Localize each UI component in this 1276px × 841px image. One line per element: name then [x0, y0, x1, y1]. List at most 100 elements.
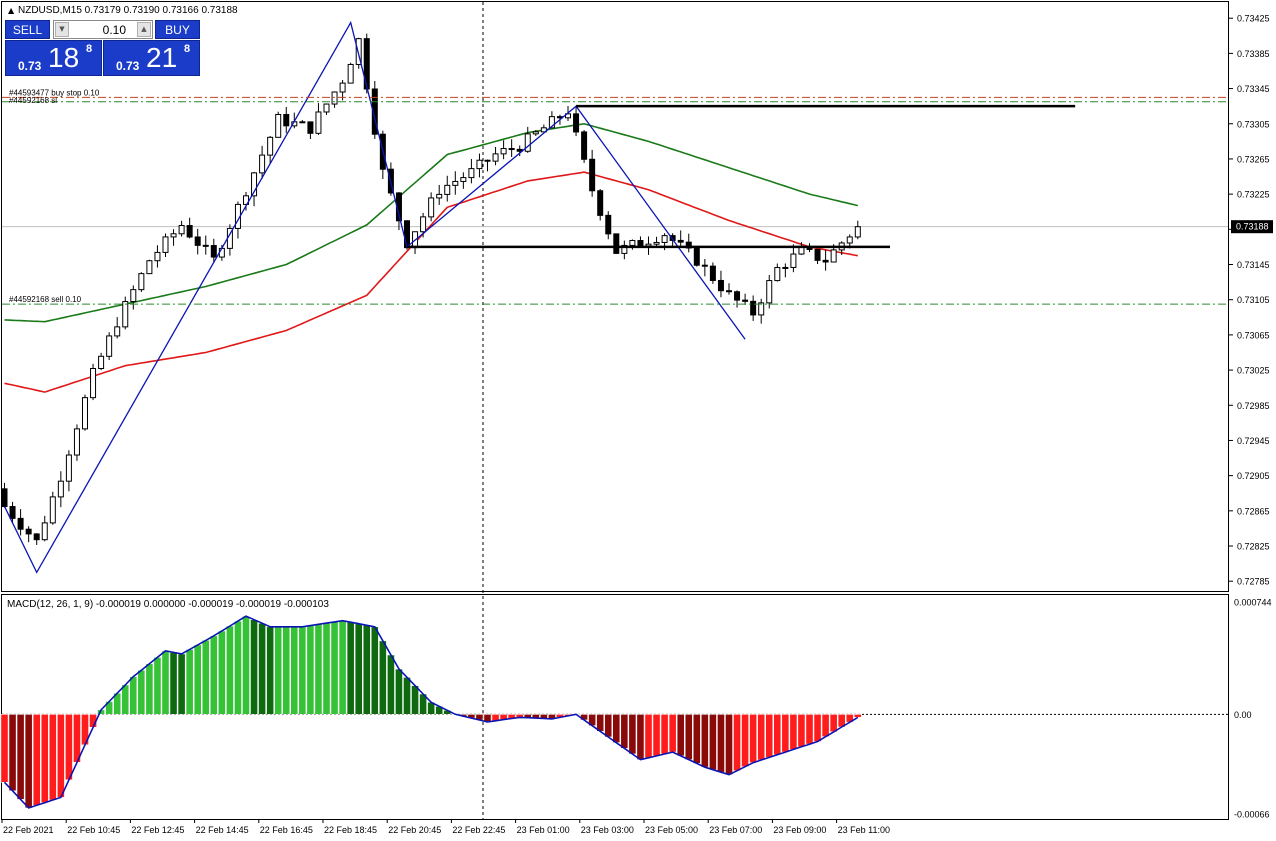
candle-bear[interactable] [404, 220, 410, 249]
time-tick-label: 23 Feb 11:00 [838, 825, 890, 835]
candle-bear[interactable] [734, 291, 741, 301]
symbol-arrow-icon[interactable]: ▲ [8, 6, 15, 15]
price-tick-label: 0.73025 [1237, 366, 1270, 376]
candle-bull[interactable] [82, 397, 88, 430]
candle-bull[interactable] [267, 136, 274, 156]
candle-bear[interactable] [637, 240, 644, 247]
macd-bar [620, 714, 629, 749]
candle-bull[interactable] [766, 280, 773, 304]
candle-bull[interactable] [57, 480, 64, 498]
candle-bear[interactable] [613, 233, 620, 254]
candle-bear[interactable] [307, 121, 314, 134]
macd-bar [129, 676, 138, 715]
candle-bear[interactable] [814, 248, 821, 261]
candle-bull[interactable] [782, 266, 789, 269]
candle-bull[interactable] [629, 240, 636, 246]
candle-bull[interactable] [846, 236, 853, 244]
candle-bear[interactable] [742, 299, 749, 302]
candle-bear[interactable] [597, 190, 604, 216]
candle-bull[interactable] [830, 249, 837, 263]
candle-bear[interactable] [283, 113, 290, 127]
lot-size-input[interactable] [70, 21, 126, 38]
candle-bull[interactable] [130, 289, 137, 303]
candle-bull[interactable] [532, 131, 539, 135]
candle-bear[interactable] [508, 148, 515, 151]
candle-bull[interactable] [162, 236, 169, 253]
candle-bear[interactable] [589, 158, 596, 192]
candle-bear[interactable] [17, 517, 24, 530]
candle-bull[interactable] [653, 241, 660, 245]
candle-bear[interactable] [194, 236, 201, 246]
candle-bull[interactable] [444, 184, 451, 195]
candle-bear[interactable] [9, 506, 16, 519]
candle-bull[interactable] [73, 428, 80, 456]
candle-bear[interactable] [202, 244, 209, 247]
candle-bull[interactable] [323, 103, 330, 113]
sell-button[interactable]: SELL [5, 20, 50, 39]
candle-bull[interactable] [492, 153, 499, 162]
candle-bear[interactable] [717, 279, 724, 292]
lot-increase-icon[interactable]: ▲ [137, 22, 151, 37]
candle-bear[interactable] [484, 159, 491, 162]
candle-bull[interactable] [661, 235, 668, 243]
candle-bear[interactable] [701, 264, 708, 267]
candle-bear[interactable] [709, 265, 716, 281]
buy-button[interactable]: BUY [155, 20, 200, 39]
buy-price-button[interactable]: 0.73 21 8 [103, 40, 200, 76]
candle-bear[interactable] [573, 113, 580, 133]
candle-bear[interactable] [822, 259, 829, 263]
candle-bear[interactable] [726, 290, 732, 293]
candle-bull[interactable] [790, 253, 797, 268]
candle-bull[interactable] [468, 168, 475, 179]
candle-bull[interactable] [774, 267, 781, 282]
sell-price-button[interactable]: 0.73 18 8 [5, 40, 102, 76]
candle-bear[interactable] [186, 225, 193, 238]
candle-bull[interactable] [106, 335, 113, 357]
candle-bull[interactable] [49, 496, 56, 524]
macd-bar [0, 714, 9, 783]
candle-bull[interactable] [122, 301, 129, 328]
candle-bear[interactable] [677, 239, 684, 243]
candle-bear[interactable] [581, 131, 588, 160]
symbol-info: NZDUSD,M15 0.73179 0.73190 0.73166 0.731… [18, 5, 238, 16]
candle-bull[interactable] [436, 193, 443, 199]
candle-bull[interactable] [854, 226, 861, 238]
candle-bull[interactable] [170, 233, 177, 238]
candle-bull[interactable] [758, 302, 765, 316]
candle-bull[interactable] [218, 247, 225, 258]
candle-bear[interactable] [1, 488, 8, 508]
candle-bull[interactable] [259, 154, 266, 174]
candle-bull[interactable] [154, 251, 161, 262]
candle-bull[interactable] [420, 216, 427, 233]
candle-bull[interactable] [98, 355, 105, 369]
candle-bull[interactable] [460, 177, 467, 182]
candle-bear[interactable] [693, 247, 700, 266]
candle-bull[interactable] [428, 197, 435, 218]
candle-bear[interactable] [210, 245, 217, 258]
candle-bear[interactable] [33, 533, 40, 541]
candle-bull[interactable] [178, 225, 185, 235]
candle-bear[interactable] [605, 214, 612, 235]
price-tick-label: 0.73145 [1237, 260, 1270, 270]
candle-bull[interactable] [146, 260, 153, 275]
candle-bull[interactable] [347, 63, 354, 84]
candle-bull[interactable] [65, 454, 72, 482]
candle-bull[interactable] [114, 326, 121, 337]
candle-bear[interactable] [750, 300, 757, 316]
candle-bull[interactable] [452, 180, 459, 186]
candle-bear[interactable] [299, 121, 306, 124]
lot-decrease-icon[interactable]: ▼ [55, 22, 69, 37]
candle-bull[interactable] [339, 82, 346, 93]
price-tick-label: 0.72945 [1237, 436, 1270, 446]
candle-bull[interactable] [275, 113, 282, 138]
candle-bull[interactable] [315, 111, 322, 134]
candle-bull[interactable] [476, 159, 483, 170]
candle-bull[interactable] [645, 243, 652, 247]
candle-bull[interactable] [90, 367, 97, 399]
time-tick-label: 23 Feb 01:00 [517, 825, 570, 835]
candle-bull[interactable] [41, 522, 48, 541]
candle-bear[interactable] [25, 528, 32, 535]
trading-chart[interactable]: #44593477 buy stop 0.10#44592168 sl#4459… [0, 0, 1276, 841]
candle-bull[interactable] [138, 273, 145, 291]
candle-bull[interactable] [500, 148, 507, 155]
